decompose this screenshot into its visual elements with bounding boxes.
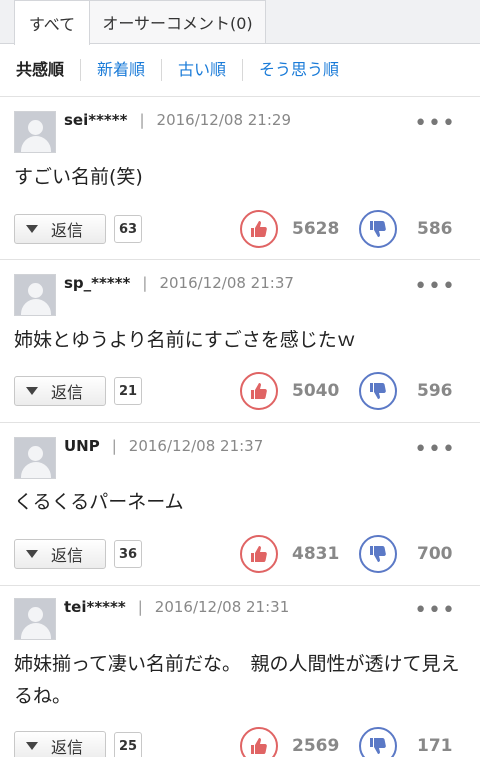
comment-author[interactable]: sp_***** — [64, 274, 130, 292]
comment-author[interactable]: sei***** — [64, 111, 127, 129]
triangle-down-icon — [26, 550, 38, 558]
reply-count: 36 — [114, 540, 142, 568]
reply-button[interactable]: 返信 — [14, 214, 106, 244]
comment-author[interactable]: tei***** — [64, 598, 126, 616]
dislike-button[interactable] — [359, 210, 397, 248]
more-icon[interactable]: ••• — [414, 113, 456, 135]
dislike-button[interactable] — [359, 727, 397, 757]
like-count: 5628 — [292, 219, 340, 239]
comment-author[interactable]: UNP — [64, 437, 100, 455]
reply-label: 返信 — [51, 221, 84, 240]
comment-text: 姉妹とゆうより名前にすごさを感じたｗ — [14, 329, 356, 351]
tab-author-comments[interactable]: オーサーコメント(0) — [90, 0, 266, 44]
reply-button[interactable]: 返信 — [14, 539, 106, 569]
reply-button[interactable]: 返信 — [14, 731, 106, 757]
thumbs-down-icon — [370, 738, 386, 754]
tab-all[interactable]: すべて — [14, 0, 90, 45]
dislike-button[interactable] — [359, 372, 397, 410]
thumbs-down-icon — [370, 221, 386, 237]
reply-label: 返信 — [51, 546, 84, 565]
thumbs-down-icon — [370, 383, 386, 399]
thumbs-down-icon — [370, 546, 386, 562]
triangle-down-icon — [26, 387, 38, 395]
thumbs-up-icon — [251, 738, 267, 754]
sort-empathy[interactable]: 共感順 — [16, 59, 80, 81]
avatar[interactable] — [14, 598, 56, 640]
comment-item: UNP | 2016/12/08 21:37 ••• くるくるパーネーム 返信 … — [0, 423, 480, 585]
thumbs-up-icon — [251, 383, 267, 399]
like-count: 5040 — [292, 381, 340, 401]
sort-agree[interactable]: そう思う順 — [242, 59, 355, 81]
like-button[interactable] — [240, 727, 278, 757]
reply-count: 63 — [114, 215, 142, 243]
sort-newest[interactable]: 新着順 — [80, 59, 161, 81]
reply-button[interactable]: 返信 — [14, 376, 106, 406]
comment-item: sp_***** | 2016/12/08 21:37 ••• 姉妹とゆうより名… — [0, 260, 480, 422]
comment-time: 2016/12/08 21:31 — [154, 598, 290, 616]
dislike-count: 700 — [417, 544, 453, 564]
sort-bar: 共感順 新着順 古い順 そう思う順 — [0, 44, 480, 96]
comment-text: くるくるパーネーム — [14, 491, 184, 513]
reply-count: 25 — [114, 732, 142, 757]
like-button[interactable] — [240, 210, 278, 248]
more-icon[interactable]: ••• — [414, 600, 456, 622]
comment-text: 姉妹揃って凄い名前だな。 親の人間性が透けて見えるね。 — [14, 653, 460, 707]
triangle-down-icon — [26, 225, 38, 233]
avatar[interactable] — [14, 437, 56, 479]
reply-label: 返信 — [51, 738, 84, 757]
sort-oldest[interactable]: 古い順 — [161, 59, 242, 81]
dislike-count: 596 — [417, 381, 453, 401]
like-count: 2569 — [292, 736, 340, 756]
comment-text: すごい名前(笑) — [14, 166, 143, 188]
more-icon[interactable]: ••• — [414, 276, 456, 298]
comment-tabs: すべて オーサーコメント(0) — [0, 0, 480, 45]
comment-time: 2016/12/08 21:37 — [159, 274, 294, 292]
reply-label: 返信 — [51, 383, 84, 402]
dislike-count: 586 — [417, 219, 453, 239]
comment-item: sei***** | 2016/12/08 21:29 ••• すごい名前(笑)… — [0, 97, 480, 259]
triangle-down-icon — [26, 742, 38, 750]
avatar[interactable] — [14, 274, 56, 316]
like-count: 4831 — [292, 544, 340, 564]
avatar[interactable] — [14, 111, 56, 153]
dislike-button[interactable] — [359, 535, 397, 573]
dislike-count: 171 — [417, 736, 453, 756]
comment-time: 2016/12/08 21:29 — [156, 111, 291, 129]
comment-time: 2016/12/08 21:37 — [128, 437, 264, 455]
like-button[interactable] — [240, 372, 278, 410]
thumbs-up-icon — [251, 221, 267, 237]
thumbs-up-icon — [251, 546, 267, 562]
like-button[interactable] — [240, 535, 278, 573]
comment-item: tei***** | 2016/12/08 21:31 ••• 姉妹揃って凄い名… — [0, 586, 480, 757]
more-icon[interactable]: ••• — [414, 439, 456, 461]
reply-count: 21 — [114, 377, 142, 405]
